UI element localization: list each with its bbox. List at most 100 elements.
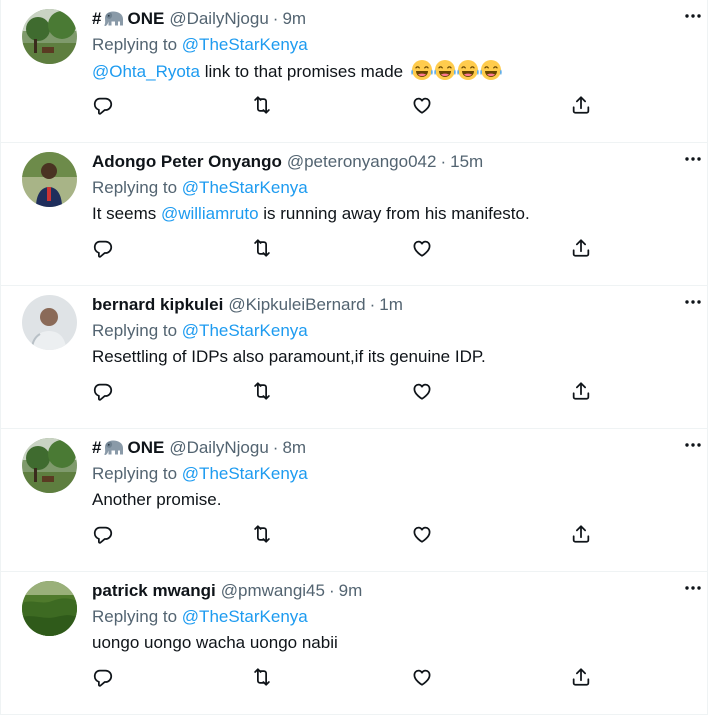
- retweet-button[interactable]: [250, 93, 274, 117]
- retweet-icon: [251, 94, 273, 116]
- tweet[interactable]: # ONE @DailyNjogu · 8m Replying to @TheS…: [0, 429, 708, 572]
- avatar[interactable]: [22, 438, 77, 493]
- replying-to-link[interactable]: @TheStarKenya: [182, 35, 308, 54]
- more-options-button[interactable]: [683, 292, 703, 312]
- display-name[interactable]: patrick mwangi: [92, 579, 216, 603]
- like-button[interactable]: [410, 522, 434, 546]
- tweet-text: uongo uongo wacha uongo nabii: [92, 633, 338, 652]
- joy-emoji-icon: [434, 59, 456, 81]
- replying-to-line: Replying to @TheStarKenya: [92, 605, 691, 629]
- tweet[interactable]: # ONE @DailyNjogu · 9m Replying to @TheS…: [0, 0, 708, 143]
- tweet[interactable]: bernard kipkulei @KipkuleiBernard · 1m R…: [0, 286, 708, 429]
- display-name[interactable]: Adongo Peter Onyango: [92, 150, 282, 174]
- share-button[interactable]: [569, 379, 593, 403]
- avatar[interactable]: [22, 295, 77, 350]
- replying-label: Replying to: [92, 321, 178, 340]
- like-button[interactable]: [410, 93, 434, 117]
- elephant-emoji-icon: [102, 10, 126, 28]
- timestamp[interactable]: 9m: [282, 7, 306, 31]
- reply-button[interactable]: [91, 236, 115, 260]
- separator-dot: ·: [272, 9, 279, 28]
- retweet-button[interactable]: [250, 236, 274, 260]
- replying-to-link[interactable]: @TheStarKenya: [182, 607, 308, 626]
- more-icon: [683, 292, 703, 312]
- reply-button[interactable]: [91, 522, 115, 546]
- elephant-emoji-icon: [102, 439, 126, 457]
- retweet-button[interactable]: [250, 379, 274, 403]
- user-handle[interactable]: @pmwangi45: [221, 579, 325, 603]
- tweet-actions: [91, 93, 591, 117]
- tweet-body: It seems: [92, 204, 161, 223]
- user-handle[interactable]: @DailyNjogu: [169, 436, 268, 460]
- reply-button[interactable]: [91, 379, 115, 403]
- reply-icon: [92, 237, 114, 259]
- retweet-button[interactable]: [250, 522, 274, 546]
- retweet-icon: [251, 523, 273, 545]
- tweet[interactable]: Adongo Peter Onyango @peteronyango042 · …: [0, 143, 708, 286]
- display-name[interactable]: # ONE: [92, 436, 164, 460]
- share-button[interactable]: [569, 236, 593, 260]
- more-options-button[interactable]: [683, 578, 703, 598]
- name-suffix: ONE: [127, 9, 165, 28]
- replying-to-line: Replying to @TheStarKenya: [92, 319, 691, 343]
- name-suffix: ONE: [127, 438, 165, 457]
- retweet-icon: [251, 380, 273, 402]
- tweet[interactable]: patrick mwangi @pmwangi45 · 9m Replying …: [0, 572, 708, 715]
- like-button[interactable]: [410, 379, 434, 403]
- share-icon: [570, 94, 592, 116]
- tweet-content: # ONE @DailyNjogu · 8m Replying to @TheS…: [92, 436, 691, 512]
- timestamp[interactable]: 1m: [379, 293, 403, 317]
- replying-label: Replying to: [92, 178, 178, 197]
- timestamp[interactable]: 9m: [339, 579, 363, 603]
- retweet-button[interactable]: [250, 665, 274, 689]
- display-name[interactable]: # ONE: [92, 7, 164, 31]
- tweet-content: bernard kipkulei @KipkuleiBernard · 1m R…: [92, 293, 691, 369]
- timestamp[interactable]: 8m: [282, 436, 306, 460]
- tweet-header: bernard kipkulei @KipkuleiBernard · 1m: [92, 293, 691, 317]
- replying-to-link[interactable]: @TheStarKenya: [182, 178, 308, 197]
- tweet-text: It seems @williamruto is running away fr…: [92, 202, 691, 226]
- separator-dot: ·: [272, 438, 279, 457]
- reply-button[interactable]: [91, 93, 115, 117]
- share-icon: [570, 237, 592, 259]
- tweet-actions: [91, 665, 591, 689]
- replying-to-link[interactable]: @TheStarKenya: [182, 464, 308, 483]
- replying-label: Replying to: [92, 464, 178, 483]
- replying-to-line: Replying to @TheStarKenya: [92, 33, 691, 57]
- more-options-button[interactable]: [683, 6, 703, 26]
- reply-icon: [92, 380, 114, 402]
- user-handle[interactable]: @DailyNjogu: [169, 7, 268, 31]
- like-button[interactable]: [410, 665, 434, 689]
- tweet-actions: [91, 236, 591, 260]
- mention-link[interactable]: @Ohta_Ryota: [92, 62, 200, 81]
- avatar[interactable]: [22, 9, 77, 64]
- avatar[interactable]: [22, 581, 77, 636]
- replying-to-line: Replying to @TheStarKenya: [92, 176, 691, 200]
- user-handle[interactable]: @KipkuleiBernard: [228, 293, 365, 317]
- reply-button[interactable]: [91, 665, 115, 689]
- share-button[interactable]: [569, 665, 593, 689]
- display-name[interactable]: bernard kipkulei: [92, 293, 223, 317]
- like-button[interactable]: [410, 236, 434, 260]
- joy-emoji-icon: [457, 59, 479, 81]
- user-handle[interactable]: @peteronyango042: [287, 150, 437, 174]
- replying-to-link[interactable]: @TheStarKenya: [182, 321, 308, 340]
- separator-dot: ·: [328, 581, 335, 600]
- replying-label: Replying to: [92, 35, 178, 54]
- share-button[interactable]: [569, 522, 593, 546]
- tweet-content: Adongo Peter Onyango @peteronyango042 · …: [92, 150, 691, 226]
- timestamp[interactable]: 15m: [450, 150, 483, 174]
- like-icon: [411, 523, 433, 545]
- more-options-button[interactable]: [683, 149, 703, 169]
- mention-link[interactable]: @williamruto: [161, 204, 259, 223]
- tweet-text: @Ohta_Ryota link to that promises made: [92, 59, 691, 84]
- joy-emoji-icon: [411, 59, 433, 81]
- more-options-button[interactable]: [683, 435, 703, 455]
- avatar[interactable]: [22, 152, 77, 207]
- retweet-icon: [251, 237, 273, 259]
- name-prefix: #: [92, 438, 102, 457]
- tweet-body: is running away from his manifesto.: [258, 204, 530, 223]
- like-icon: [411, 380, 433, 402]
- share-button[interactable]: [569, 93, 593, 117]
- tweet-text: Resettling of IDPs also paramount,if its…: [92, 347, 486, 366]
